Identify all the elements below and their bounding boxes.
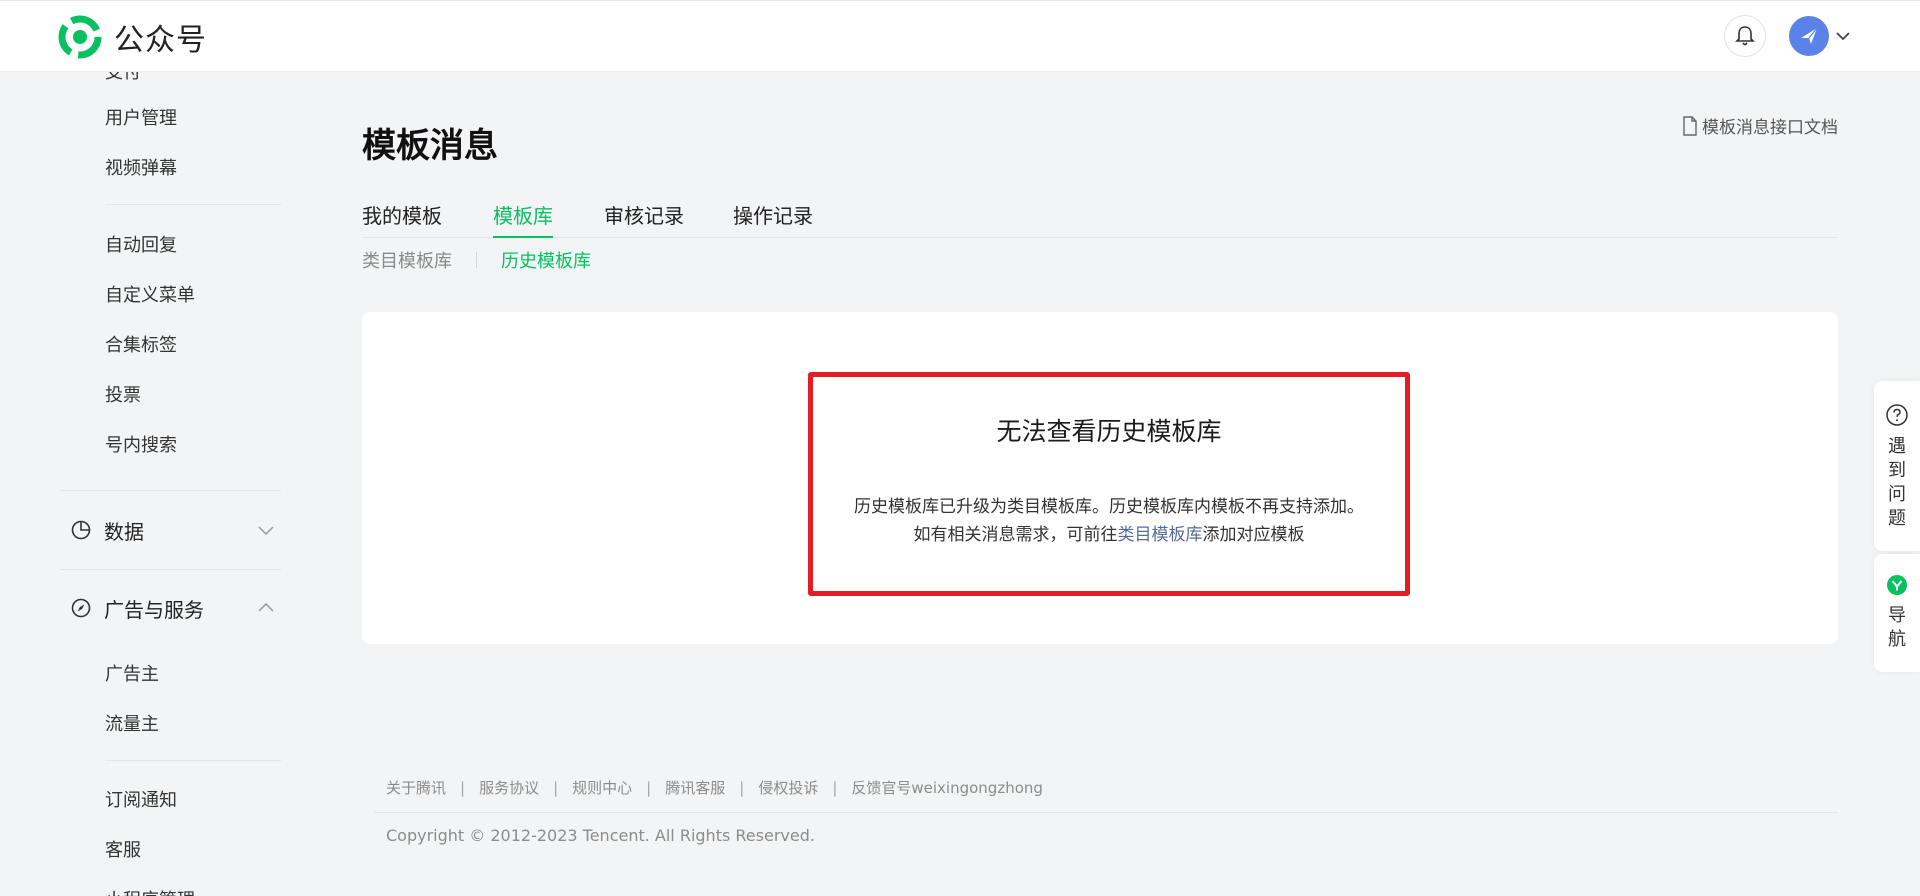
sidebar-item-advertiser[interactable]: 广告主 [105, 660, 159, 686]
footer-separator: | [646, 778, 652, 797]
api-doc-link[interactable]: 模板消息接口文档 [1682, 113, 1838, 138]
tab-my-templates[interactable]: 我的模板 [362, 200, 442, 238]
logo[interactable]: 公众号 [58, 15, 207, 59]
document-icon [1683, 115, 1697, 136]
notice-text-line1: 历史模板库已升级为类目模板库。历史模板库内模板不再支持添加。 [854, 497, 1364, 517]
sidebar-divider [60, 490, 281, 491]
sidebar-divider [105, 204, 281, 205]
sidebar-item-auto-reply[interactable]: 自动回复 [105, 231, 177, 257]
tab-operation-records[interactable]: 操作记录 [733, 200, 813, 238]
subtab-category-library[interactable]: 类目模板库 [362, 247, 452, 273]
footer-link-about[interactable]: 关于腾讯 [386, 777, 446, 798]
subtab-history-library[interactable]: 历史模板库 [501, 247, 591, 273]
paper-plane-icon [1801, 27, 1818, 44]
sidebar-item-publisher[interactable]: 流量主 [105, 710, 159, 736]
footer-separator: | [553, 778, 559, 797]
footer-link-rules[interactable]: 规则中心 [572, 777, 632, 798]
sidebar-item-collection-tags[interactable]: 合集标签 [105, 331, 177, 357]
footer-link-support[interactable]: 腾讯客服 [665, 777, 725, 798]
nav-float-button[interactable]: 导航 [1874, 554, 1920, 672]
api-doc-link-label: 模板消息接口文档 [1702, 118, 1838, 138]
compass-icon [71, 598, 91, 618]
nav-float-label: 导航 [1888, 605, 1906, 650]
notification-button[interactable] [1724, 15, 1766, 57]
footer-link-service-agreement[interactable]: 服务协议 [479, 777, 539, 798]
footer-link-infringement[interactable]: 侵权投诉 [758, 777, 818, 798]
logo-text: 公众号 [114, 23, 207, 58]
help-float-label: 遇到问题 [1888, 436, 1906, 529]
subtab-divider [476, 252, 477, 268]
tab-bar: 我的模板 模板库 审核记录 操作记录 [362, 200, 1838, 238]
notice-text-suffix: 添加对应模板 [1202, 525, 1305, 545]
tab-template-library[interactable]: 模板库 [493, 200, 553, 238]
notice-box: 无法查看历史模板库 历史模板库已升级为类目模板库。历史模板库内模板不再支持添加。… [808, 372, 1410, 596]
question-circle-icon [1886, 404, 1908, 426]
copyright: Copyright © 2012-2023 Tencent. All Right… [386, 826, 815, 845]
sidebar: 支付 用户管理 视频弹幕 自动回复 自定义菜单 合集标签 投票 号内搜索 数据 … [0, 72, 290, 896]
help-float-button[interactable]: 遇到问题 [1874, 381, 1920, 551]
bell-icon [1735, 26, 1755, 46]
top-bar: 公众号 [0, 0, 1920, 72]
sidebar-item-custom-menu[interactable]: 自定义菜单 [105, 281, 195, 307]
sidebar-group-label: 数据 [104, 519, 144, 544]
sidebar-group-ads-services[interactable]: 广告与服务 [70, 593, 275, 623]
chevron-up-icon [258, 602, 274, 612]
notice-text-line2: 如有相关消息需求，可前往类目模板库添加对应模板 [813, 520, 1405, 545]
footer-separator: | [832, 778, 838, 797]
page-title: 模板消息 [362, 126, 498, 166]
sidebar-divider [105, 760, 281, 761]
sidebar-divider [60, 569, 281, 570]
pie-chart-icon [71, 520, 91, 540]
sidebar-item-subscription-notice[interactable]: 订阅通知 [105, 786, 177, 812]
green-badge-icon [1887, 575, 1907, 595]
notice-title: 无法查看历史模板库 [996, 417, 1222, 446]
sidebar-group-label: 广告与服务 [104, 597, 204, 622]
chevron-down-icon[interactable] [1834, 29, 1852, 43]
sidebar-item-vote[interactable]: 投票 [105, 381, 141, 407]
avatar[interactable] [1789, 16, 1829, 56]
sidebar-item-mini-program[interactable]: 小程序管理 [105, 886, 195, 896]
wechat-official-logo-icon [58, 15, 102, 59]
sidebar-group-data[interactable]: 数据 [70, 515, 275, 545]
sidebar-item-in-account-search[interactable]: 号内搜索 [105, 431, 177, 457]
chevron-down-icon [258, 526, 274, 536]
notice-text-prefix: 如有相关消息需求，可前往 [913, 525, 1118, 545]
footer-separator: | [739, 778, 745, 797]
sidebar-item-clipped[interactable]: 支付 [105, 72, 141, 84]
footer-divider [374, 812, 1838, 813]
sidebar-item-user-management[interactable]: 用户管理 [105, 104, 177, 130]
subtab-bar: 类目模板库 历史模板库 [362, 248, 591, 272]
footer-links: 关于腾讯 | 服务协议 | 规则中心 | 腾讯客服 | 侵权投诉 | 反馈官号w… [386, 777, 1043, 798]
category-library-link[interactable]: 类目模板库 [1118, 525, 1203, 545]
sidebar-item-video-danmaku[interactable]: 视频弹幕 [105, 154, 177, 180]
footer-link-feedback[interactable]: 反馈官号weixingongzhong [851, 777, 1043, 798]
footer-separator: | [460, 778, 466, 797]
tab-review-records[interactable]: 审核记录 [604, 200, 684, 238]
sidebar-item-customer-service[interactable]: 客服 [105, 836, 141, 862]
